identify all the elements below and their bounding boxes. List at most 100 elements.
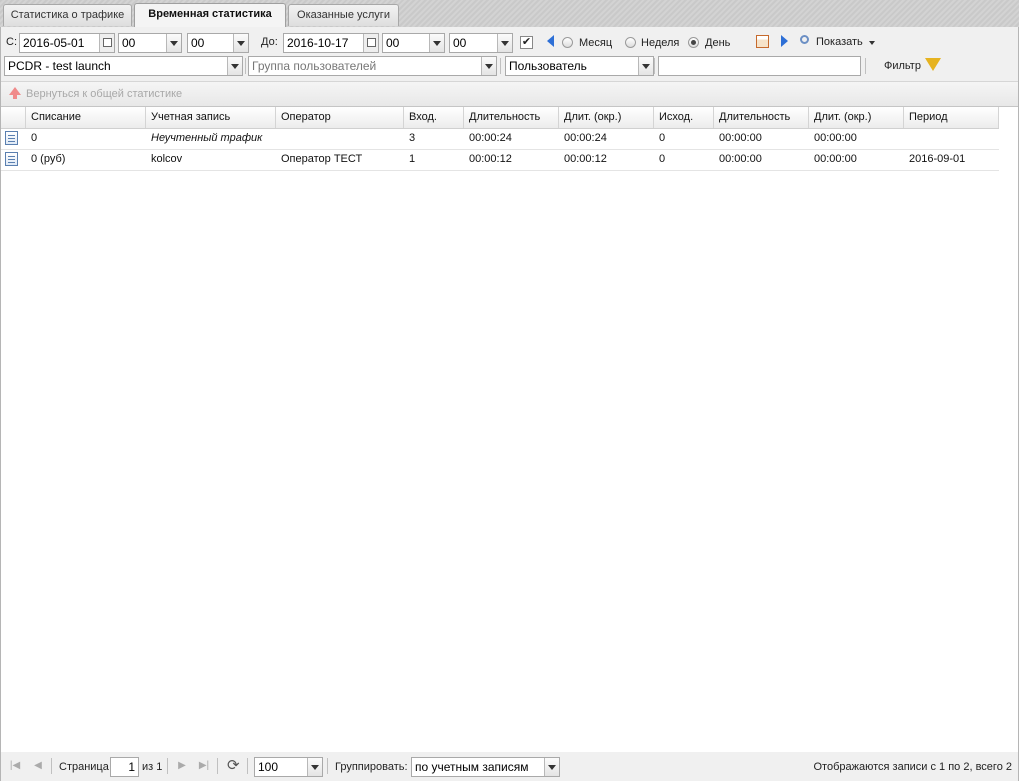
header-account[interactable]: Учетная запись	[146, 107, 276, 128]
calendar-icon[interactable]	[99, 34, 114, 52]
separator	[654, 58, 655, 74]
header-operator[interactable]: Оператор	[276, 107, 404, 128]
to-minute-value: 00	[453, 36, 467, 50]
first-page-icon[interactable]: |◀	[9, 760, 21, 772]
separator	[245, 58, 246, 74]
header-outgoing[interactable]: Исход.	[654, 107, 714, 128]
header-out-duration-rounded[interactable]: Длит. (окр.)	[809, 107, 904, 128]
page-number-input[interactable]: 1	[110, 757, 139, 777]
prev-period-icon[interactable]	[547, 35, 554, 47]
to-date-value: 2016-10-17	[287, 36, 349, 50]
back-to-general-link[interactable]: Вернуться к общей статистике	[26, 88, 182, 100]
last-page-icon[interactable]: ▶|	[198, 760, 210, 772]
prev-page-icon[interactable]: ◀	[32, 760, 44, 772]
chevron-down-icon[interactable]	[544, 758, 559, 776]
radio-month-label: Месяц	[579, 37, 613, 49]
cell-out-duration: 00:00:00	[719, 153, 762, 165]
operator-value: PCDR - test launch	[8, 59, 111, 73]
user-select[interactable]: Пользователь	[505, 56, 654, 76]
to-hour-select[interactable]: 00	[382, 33, 445, 53]
cell-out-duration: 00:00:00	[719, 132, 762, 144]
tab-provided-services[interactable]: Оказанные услуги	[288, 4, 399, 26]
chevron-down-icon[interactable]	[497, 34, 512, 52]
from-hour-value: 00	[122, 36, 136, 50]
include-checkbox[interactable]: ✔	[520, 36, 533, 49]
cell-account: kolcov	[151, 153, 183, 165]
from-hour-select[interactable]: 00	[118, 33, 182, 53]
cell-outgoing: 0	[659, 132, 666, 144]
to-minute-select[interactable]: 00	[449, 33, 513, 53]
to-label: До:	[261, 36, 278, 48]
chevron-down-icon[interactable]	[227, 57, 242, 75]
calendar-icon[interactable]	[363, 34, 378, 52]
radio-month[interactable]	[562, 37, 573, 48]
chevron-down-icon[interactable]	[638, 57, 653, 75]
tab-time-statistics[interactable]: Временная статистика	[134, 3, 286, 28]
cell-incoming: 1	[409, 153, 416, 165]
search-input[interactable]	[658, 56, 861, 76]
back-toolbar: Вернуться к общей статистике	[1, 81, 1018, 106]
statistics-grid: Списание Учетная запись Оператор Вход. Д…	[1, 106, 1018, 753]
from-date-field[interactable]: 2016-05-01	[19, 33, 115, 53]
next-period-icon[interactable]	[781, 35, 788, 47]
radio-day[interactable]	[688, 37, 699, 48]
magnifier-icon	[800, 35, 809, 44]
radio-week[interactable]	[625, 37, 636, 48]
page-label: Страница	[59, 761, 109, 773]
table-row[interactable]: 0 Неучтенный трафик 3 00:00:24 00:00:24 …	[1, 128, 999, 150]
tab-strip: Статистика о трафике Временная статистик…	[0, 0, 1019, 28]
header-period[interactable]: Период	[904, 107, 999, 128]
header-in-duration[interactable]: Длительность	[464, 107, 559, 128]
chevron-down-icon[interactable]	[166, 34, 181, 52]
to-date-field[interactable]: 2016-10-17	[283, 33, 379, 53]
header-incoming[interactable]: Вход.	[404, 107, 464, 128]
chevron-down-icon[interactable]	[869, 41, 875, 45]
separator	[51, 758, 52, 774]
header-writeoff[interactable]: Списание	[26, 107, 146, 128]
group-by-value: по учетным записям	[415, 760, 529, 774]
separator	[167, 758, 168, 774]
details-icon[interactable]	[5, 131, 18, 145]
cell-in-duration: 00:00:12	[469, 153, 512, 165]
separator	[327, 758, 328, 774]
user-group-select[interactable]: Группа пользователей	[248, 56, 497, 76]
cell-period: 2016-09-01	[909, 153, 966, 165]
records-summary: Отображаются записи с 1 по 2, всего 2	[813, 761, 1013, 773]
chevron-down-icon[interactable]	[429, 34, 444, 52]
cell-writeoff: 0 (руб)	[31, 153, 66, 165]
radio-day-label: День	[705, 37, 731, 49]
radio-week-label: Неделя	[641, 37, 680, 49]
up-arrow-stem	[13, 94, 17, 99]
filter-icon[interactable]	[925, 58, 941, 71]
cell-outgoing: 0	[659, 153, 666, 165]
cell-account: Неучтенный трафик	[151, 132, 263, 144]
refresh-icon[interactable]: ⟳	[227, 756, 240, 774]
group-by-select[interactable]: по учетным записям	[411, 757, 560, 777]
calendar-icon[interactable]	[756, 35, 769, 48]
user-group-placeholder: Группа пользователей	[252, 59, 377, 73]
cell-period	[904, 128, 999, 149]
page-size-value: 100	[258, 760, 279, 774]
chevron-down-icon[interactable]	[233, 34, 248, 52]
header-in-duration-rounded[interactable]: Длит. (окр.)	[559, 107, 654, 128]
cell-out-duration-rounded: 00:00:00	[814, 153, 857, 165]
chevron-down-icon[interactable]	[481, 57, 496, 75]
tab-traffic-statistics[interactable]: Статистика о трафике	[3, 4, 132, 26]
page-size-select[interactable]: 100	[254, 757, 323, 777]
paging-toolbar: |◀ ◀ Страница 1 из 1 ▶ ▶| ⟳ 100 Группиро…	[1, 752, 1018, 780]
table-row[interactable]: 0 (руб) kolcov Оператор ТЕСТ 1 00:00:12 …	[1, 149, 999, 171]
filter-button[interactable]: Фильтр	[884, 60, 921, 72]
operator-select[interactable]: PCDR - test launch	[4, 56, 243, 76]
next-page-icon[interactable]: ▶	[176, 760, 188, 772]
chevron-down-icon[interactable]	[307, 758, 322, 776]
cell-in-duration-rounded: 00:00:12	[564, 153, 607, 165]
cell-in-duration-rounded: 00:00:24	[564, 132, 607, 144]
header-out-duration[interactable]: Длительность	[714, 107, 809, 128]
show-button[interactable]: Показать	[816, 36, 863, 48]
user-value: Пользователь	[509, 59, 587, 73]
main-panel: С: 2016-05-01 00 00 До: 2016-10-17 00 00…	[0, 27, 1019, 781]
grid-header: Списание Учетная запись Оператор Вход. Д…	[1, 107, 999, 129]
details-icon[interactable]	[5, 152, 18, 166]
cell-incoming: 3	[409, 132, 416, 144]
from-minute-select[interactable]: 00	[187, 33, 249, 53]
